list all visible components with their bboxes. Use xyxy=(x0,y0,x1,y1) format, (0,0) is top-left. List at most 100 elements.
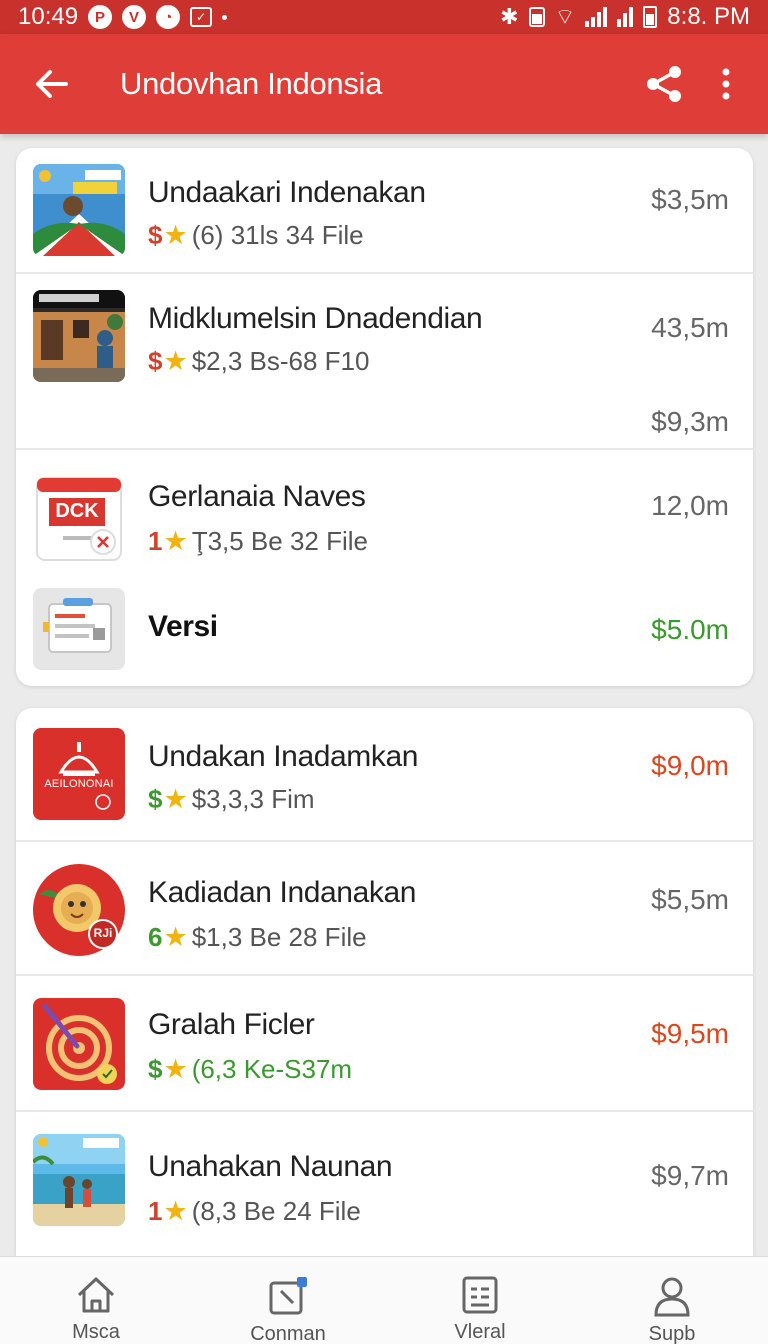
home-icon xyxy=(74,1275,118,1315)
star-icon: ★ xyxy=(163,922,188,952)
house-photo xyxy=(33,290,125,382)
phone-icon xyxy=(528,7,545,27)
v-icon: V xyxy=(122,5,147,29)
download-card-2: AEILONONAI Undakan Inadamkan $ ★ $3,3,3 … xyxy=(16,708,753,1256)
item-title: Gerlanaia Naves xyxy=(148,480,366,513)
meta-prefix: 1 xyxy=(148,1196,163,1226)
item-price: $5.0m xyxy=(651,614,729,645)
list-item[interactable]: AEILONONAI Undakan Inadamkan $ ★ $3,3,3 … xyxy=(16,708,753,840)
download-card-1: Undaakari Indenakan $ ★ (6) 31ls 34 File… xyxy=(16,148,753,686)
meta-prefix: 6 xyxy=(148,922,163,952)
meta-prefix: $ xyxy=(148,220,163,250)
list-icon xyxy=(458,1275,502,1315)
thumb-label: AEILONONAI xyxy=(44,778,114,790)
chart-icon: ◔ xyxy=(156,5,181,29)
item-title: Undakan Inadamkan xyxy=(148,740,419,773)
nav-label: Conman xyxy=(250,1323,326,1344)
person-icon xyxy=(650,1275,694,1317)
item-price: 43,5m xyxy=(651,312,729,343)
battery-icon xyxy=(643,6,658,28)
back-button[interactable] xyxy=(24,56,80,112)
signal-icon xyxy=(585,7,608,27)
nav-item-msca[interactable]: Msca xyxy=(0,1257,192,1344)
target-icon xyxy=(33,998,125,1090)
item-meta: $ ★ $3,3,3 Fim xyxy=(148,784,315,815)
nav-label: Msca xyxy=(72,1321,120,1343)
nav-label: Supb xyxy=(648,1323,696,1344)
dot-icon xyxy=(222,14,228,20)
document-icon xyxy=(33,588,125,670)
arrow-left-icon xyxy=(36,70,68,98)
star-icon: ★ xyxy=(163,784,188,814)
item-title: Kadiadan Indanakan xyxy=(148,876,417,909)
more-button[interactable] xyxy=(708,56,744,112)
status-time: 10:49 xyxy=(18,3,79,30)
item-meta: 6 ★ $1,3 Be 28 File xyxy=(148,922,367,953)
item-title: Unahakan Naunan xyxy=(148,1150,393,1183)
item-meta: 1 ★ (8,3 Be 24 File xyxy=(148,1196,361,1227)
p-icon: P xyxy=(88,5,113,29)
item-secondary-price: $9,3m xyxy=(651,406,729,437)
edit-icon xyxy=(266,1275,310,1317)
meta-text: (8,3 Be 24 File xyxy=(191,1196,361,1226)
meta-prefix: $ xyxy=(148,346,163,376)
item-price: 12,0m xyxy=(651,490,729,521)
meta-prefix: 1 xyxy=(148,526,163,556)
thumb-label: RJi xyxy=(93,926,113,940)
star-icon: ★ xyxy=(163,526,188,556)
item-price: $9,5m xyxy=(651,1018,729,1049)
festival-photo xyxy=(33,164,125,256)
bottom-nav: Msca Conman Vleral Supb xyxy=(0,1256,768,1344)
list-item[interactable]: RJi Kadiadan Indanakan 6 ★ $1,3 Be 28 Fi… xyxy=(16,842,753,974)
nav-item-supb[interactable]: Supb xyxy=(576,1257,768,1344)
item-price: $3,5m xyxy=(651,184,729,215)
wifi-icon: ⌔ xyxy=(554,4,576,29)
star-icon: ★ xyxy=(163,1054,188,1084)
nav-item-conman[interactable]: Conman xyxy=(192,1257,384,1344)
item-price: $5,5m xyxy=(651,884,729,915)
item-meta: 1 ★ Ţ3,5 Be 32 File xyxy=(148,526,368,557)
item-meta: $ ★ (6) 31ls 34 File xyxy=(148,220,364,251)
meta-text: $3,3,3 Fim xyxy=(191,784,315,814)
list-item[interactable]: Undaakari Indenakan $ ★ (6) 31ls 34 File… xyxy=(16,148,753,272)
nav-item-vleral[interactable]: Vleral xyxy=(384,1257,576,1344)
dck-calendar-icon: DCK xyxy=(33,470,125,564)
thumb-label: DCK xyxy=(55,500,99,522)
star-icon: ★ xyxy=(163,346,188,376)
status-bar: 10:49 P V ◔ ✓ ✱ ⌔ 8:8. PM xyxy=(0,0,768,34)
mascot-icon: RJi xyxy=(33,864,125,956)
page-title: Undovhan Indonsia xyxy=(120,66,383,101)
item-meta: $ ★ (6,3 Ke-S37m xyxy=(148,1054,352,1085)
meta-text: Ţ3,5 Be 32 File xyxy=(191,526,368,556)
check-box-icon: ✓ xyxy=(190,7,213,27)
list-item[interactable]: Unahakan Naunan 1 ★ (8,3 Be 24 File $9,7… xyxy=(16,1112,753,1256)
meta-text: $1,3 Be 28 File xyxy=(191,922,367,952)
star-icon: ★ xyxy=(163,220,188,250)
mosque-logo: AEILONONAI xyxy=(33,728,125,820)
meta-prefix: $ xyxy=(148,784,163,814)
beach-photo xyxy=(33,1134,125,1226)
nav-label: Vleral xyxy=(454,1321,506,1343)
item-price: $9,7m xyxy=(651,1160,729,1191)
meta-text: (6) 31ls 34 File xyxy=(191,220,364,250)
share-icon xyxy=(647,66,681,102)
item-title: Midklumelsin Dnadendian xyxy=(148,302,483,335)
list-item[interactable]: Versi $5.0m xyxy=(16,572,753,684)
star-icon: ★ xyxy=(163,1196,188,1226)
bluetooth-icon: ✱ xyxy=(500,4,519,29)
more-vertical-icon xyxy=(722,68,730,100)
app-bar: Undovhan Indonsia xyxy=(0,34,768,134)
meta-prefix: $ xyxy=(148,1054,163,1084)
status-right-time: 8:8. PM xyxy=(667,3,750,30)
list-item[interactable]: Gralah Ficler $ ★ (6,3 Ke-S37m $9,5m xyxy=(16,976,753,1110)
item-meta: $ ★ $2,3 Bs-68 F10 xyxy=(148,346,369,377)
list-item[interactable]: DCK Gerlanaia Naves 1 ★ Ţ3,5 Be 32 File … xyxy=(16,450,753,570)
item-price: $9,0m xyxy=(651,750,729,781)
list-item[interactable]: Midklumelsin Dnadendian $ ★ $2,3 Bs-68 F… xyxy=(16,274,753,448)
status-left: 10:49 P V ◔ ✓ xyxy=(18,3,228,31)
item-title: Versi xyxy=(148,610,218,643)
meta-text: $2,3 Bs-68 F10 xyxy=(191,346,370,376)
share-button[interactable] xyxy=(636,56,692,112)
item-title: Gralah Ficler xyxy=(148,1008,315,1041)
status-right: ✱ ⌔ 8:8. PM xyxy=(500,3,750,31)
